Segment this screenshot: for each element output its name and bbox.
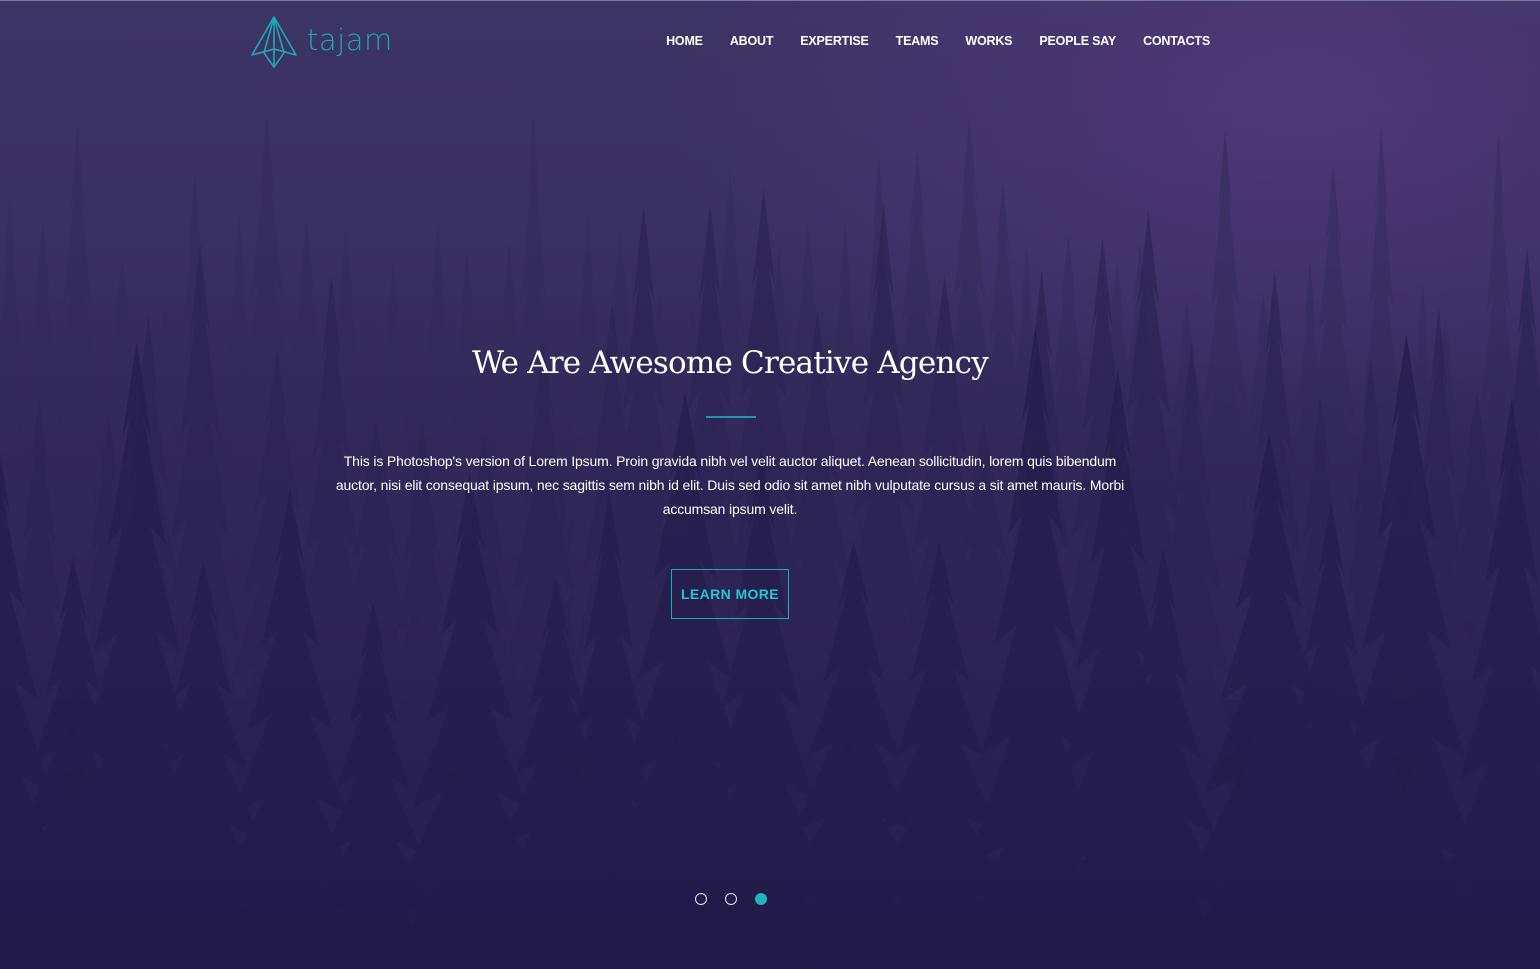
- slider-dot-1[interactable]: [695, 893, 707, 905]
- slider-pagination: [695, 893, 785, 905]
- headline-divider: [706, 416, 756, 418]
- learn-more-button[interactable]: LEARN MORE: [671, 569, 789, 619]
- nav-item-contacts[interactable]: CONTACTS: [1143, 33, 1210, 49]
- hero-description: This is Photoshop's version of Lorem Ips…: [335, 453, 1125, 517]
- hero-headline: We Are Awesome Creative Agency: [472, 345, 989, 381]
- slider-dot-3[interactable]: [755, 893, 767, 905]
- nav-item-works[interactable]: WORKS: [965, 33, 1012, 49]
- brand-logo[interactable]: tajam: [250, 14, 393, 70]
- nav-item-home[interactable]: HOME: [666, 33, 703, 49]
- nav-item-teams[interactable]: TEAMS: [896, 33, 939, 49]
- main-navigation: HOME ABOUT EXPERTISE TEAMS WORKS PEOPLE …: [639, 33, 1210, 49]
- nav-item-people-say[interactable]: PEOPLE SAY: [1039, 33, 1116, 49]
- paper-plane-logo-icon: [251, 16, 297, 68]
- brand-name: tajam: [307, 23, 393, 57]
- slider-dot-2[interactable]: [725, 893, 737, 905]
- nav-item-about[interactable]: ABOUT: [730, 33, 774, 49]
- nav-item-expertise[interactable]: EXPERTISE: [800, 33, 869, 49]
